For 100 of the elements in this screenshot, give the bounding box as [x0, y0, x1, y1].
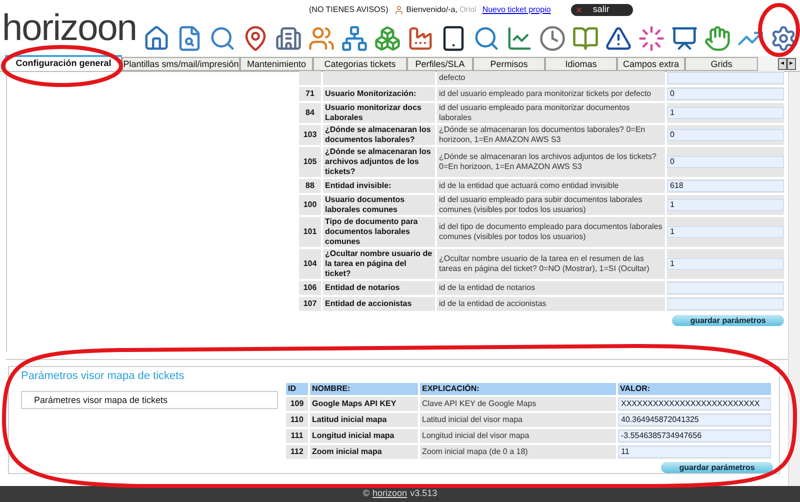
description-cell: defecto: [437, 71, 665, 85]
value-field[interactable]: -3.5546385734947656: [618, 430, 771, 442]
value-field[interactable]: 1: [667, 199, 784, 211]
tab[interactable]: Permisos: [473, 57, 545, 71]
boxes-icon[interactable]: [374, 24, 401, 52]
name-cell: Tipo de documento para documentos laborales comunes: [323, 217, 435, 247]
id-cell: 71: [299, 87, 321, 101]
id-cell: 84: [299, 103, 321, 123]
value-field[interactable]: 0: [667, 88, 784, 100]
name-cell: Usuario documentos laborales comunes: [323, 195, 435, 215]
value-field[interactable]: 618: [667, 180, 784, 192]
annotation-ellipse: [758, 3, 800, 57]
id-cell: 110: [286, 413, 308, 427]
users-icon[interactable]: [308, 24, 335, 52]
logout-button[interactable]: salir: [570, 4, 633, 16]
value-field[interactable]: 1: [667, 107, 784, 119]
column-header: ID: [286, 383, 308, 395]
name-cell: Google Maps API KEY: [310, 397, 418, 411]
tab[interactable]: Campos extra: [617, 57, 685, 71]
description-cell: id del usuario empleado para monitorizar documentos laborales: [437, 103, 665, 123]
value-field[interactable]: 11: [618, 446, 771, 458]
id-cell: 103: [299, 125, 321, 145]
id-cell: 112: [286, 445, 308, 459]
tab[interactable]: Idiomas: [545, 57, 617, 71]
tab[interactable]: Perfiles/SLA: [407, 57, 473, 71]
name-cell: Usuario Monitorización:: [323, 87, 435, 101]
name-cell: Longitud inicial mapa: [310, 429, 418, 443]
tab[interactable]: Mantenimiento: [240, 57, 313, 71]
name-cell: ¿Dónde se almacenaran los archivos adjuntos de los tickets?: [323, 147, 435, 177]
clock-icon[interactable]: [539, 24, 566, 52]
search-icon[interactable]: [209, 24, 236, 52]
name-cell: Usuario monitorizar docs Laborales: [323, 103, 435, 123]
save-button[interactable]: guardar parámetros: [672, 315, 784, 326]
section-list-item[interactable]: Parámetres visor mapa de tickets: [21, 391, 278, 409]
logo: horizoon: [2, 8, 137, 48]
presentation-icon[interactable]: [671, 24, 698, 52]
section-title: Parámetros visor mapa de tickets: [20, 370, 186, 383]
description-cell: ¿Dónde se almacenaran los archivos adjuntos de los tickets? 0=En horizoon, 1=En AMAZON AWS S3: [437, 147, 665, 177]
value-field[interactable]: 40.364945872041325: [618, 414, 771, 426]
value-field[interactable]: 1: [667, 258, 784, 270]
user-icon: [394, 5, 404, 15]
tab[interactable]: Configuración general: [5, 55, 122, 71]
name-cell: Zoom inicial mapa: [310, 445, 418, 459]
id-cell: [299, 71, 321, 85]
name-cell: Latitud inicial mapa: [310, 413, 418, 427]
name-cell: Entidad de notarios: [323, 281, 435, 295]
id-cell: 100: [299, 195, 321, 215]
value-field[interactable]: [667, 298, 784, 310]
tab[interactable]: Categorias tickets: [313, 57, 407, 71]
column-header: NOMBRE:: [310, 383, 418, 395]
value-field[interactable]: 0: [667, 129, 784, 141]
value-field[interactable]: [667, 72, 784, 84]
welcome-text: Bienvenido/-a,: [406, 4, 458, 16]
name-cell: Entidad invisible:: [323, 179, 435, 193]
scrollbar[interactable]: [788, 72, 800, 486]
description-cell: id de la entidad de accionistas: [437, 297, 665, 311]
description-cell: ¿Dónde se almacenaran los documentos laborales? 0=En horizoon, 1=En AMAZON AWS S3: [437, 125, 665, 145]
description-cell: id del usuario empleado para subir documentos laborales comunes (visibles por todos los usuarios): [437, 195, 665, 215]
close-icon: [574, 6, 583, 14]
books-icon[interactable]: [572, 24, 599, 52]
id-cell: 101: [299, 217, 321, 247]
name-cell: ¿Dónde se almacenaran los documentos laborales?: [323, 125, 435, 145]
new-ticket-link[interactable]: Nuevo ticket propio: [482, 4, 551, 16]
user-name: Oriol: [459, 4, 476, 16]
hand-icon[interactable]: [704, 24, 731, 52]
name-cell: Entidad de accionistas: [323, 297, 435, 311]
network-icon[interactable]: [341, 24, 368, 52]
id-cell: 111: [286, 429, 308, 443]
tab[interactable]: Plantillas sms/mail/impresión: [122, 57, 240, 71]
description-cell: Latitud inicial del visor mapa: [420, 413, 616, 427]
id-cell: 88: [299, 179, 321, 193]
description-cell: id de la entidad de notarios: [437, 281, 665, 295]
dots-circle-icon[interactable]: [638, 24, 665, 52]
warning-icon[interactable]: [605, 24, 632, 52]
house-icon[interactable]: [143, 24, 170, 52]
id-cell: 106: [299, 281, 321, 295]
tab[interactable]: Grids: [685, 57, 758, 71]
column-header: VALOR:: [618, 383, 771, 395]
id-cell: 109: [286, 397, 308, 411]
value-field[interactable]: 1: [667, 226, 784, 238]
description-cell: Zoom inicial mapa (de 0 a 18): [420, 445, 616, 459]
value-field[interactable]: XXXXXXXXXXXXXXXXXXXXXXXXXX: [618, 398, 771, 410]
building-icon[interactable]: [275, 24, 302, 52]
version-text: v3.513: [410, 487, 438, 500]
description-cell: id del tipo de documento empleado para documentos laborales comunes (visibles por todos los usuarios): [437, 217, 665, 247]
value-field[interactable]: 0: [667, 156, 784, 168]
brand-link[interactable]: horizoon: [372, 487, 408, 501]
column-header: EXPLICACIÓN:: [420, 383, 616, 395]
factory-icon[interactable]: [407, 24, 434, 52]
id-cell: 105: [299, 147, 321, 177]
description-cell: id del usuario empleado para monitorizar tickets por defecto: [437, 87, 665, 101]
save-button[interactable]: guardar parámetros: [661, 462, 773, 473]
magnifier-icon[interactable]: [473, 24, 500, 52]
settings-icon[interactable]: [770, 24, 797, 52]
description-cell: id de la entidad que actuará como entidad invisible: [437, 179, 665, 193]
line-chart-icon[interactable]: [506, 24, 533, 52]
value-field[interactable]: [667, 282, 784, 294]
id-cell: 107: [299, 297, 321, 311]
id-cell: 104: [299, 249, 321, 279]
description-cell: Longitud inicial del visor mapa: [420, 429, 616, 443]
